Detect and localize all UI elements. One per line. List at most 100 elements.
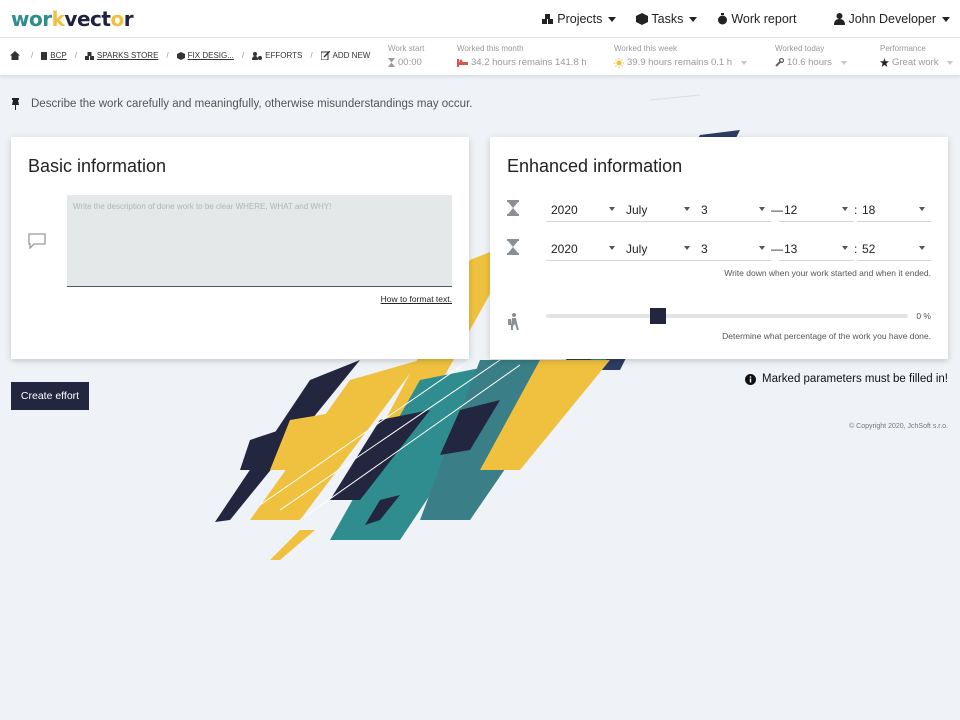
logo-text-4: o [110, 7, 124, 31]
breadcrumb-label: ADD NEW [332, 51, 371, 60]
stat-value: 10.6 hours [787, 57, 832, 68]
end-month-select[interactable]: July [621, 235, 696, 261]
stat-label: Worked today [775, 44, 825, 53]
end-day-select[interactable]: 3 [696, 235, 771, 261]
cubes-icon [542, 13, 554, 24]
home-icon [10, 51, 20, 60]
start-time-row: 2020 July 3 — 12 : 18 [507, 196, 931, 222]
dropdown-arrow-icon [684, 207, 690, 211]
cubes-icon [84, 51, 94, 60]
breadcrumb: / BCP / SPARKS STORE / FIX DESIG... / EF… [10, 51, 370, 60]
edit-icon [320, 51, 330, 60]
progress-slider-thumb[interactable] [650, 308, 667, 324]
start-hour-value: 12 [784, 203, 798, 217]
stat-work-start: Work start 00:00 [388, 44, 424, 68]
end-minute-value: 52 [862, 242, 876, 256]
pin-icon [12, 98, 19, 110]
sub-bar: / BCP / SPARKS STORE / FIX DESIG... / EF… [0, 38, 960, 76]
breadcrumb-sparks-store[interactable]: SPARKS STORE [84, 51, 159, 60]
breadcrumb-add-new[interactable]: ADD NEW [320, 51, 371, 60]
stat-performance[interactable]: Performance Great work [880, 44, 954, 68]
hiking-icon [508, 313, 519, 330]
stat-value: 39.9 hours remains 0.1 h [627, 57, 733, 68]
stat-worked-week[interactable]: Worked this week 39.9 hours remains 0.1 … [614, 44, 748, 68]
create-effort-button[interactable]: Create effort [11, 382, 89, 410]
breadcrumb-home[interactable] [10, 51, 23, 60]
file-icon [41, 51, 48, 60]
chevron-down-icon [689, 16, 698, 22]
chevron-down-icon [741, 60, 748, 65]
time-hint: Write down when your work started and wh… [724, 268, 931, 278]
stat-label: Performance [880, 44, 926, 53]
stat-label: Work start [388, 44, 425, 53]
stopwatch-icon [718, 13, 728, 25]
logo-text-5: r [123, 7, 134, 31]
progress-slider-track[interactable] [546, 314, 908, 318]
logo-text-1: wor [11, 7, 52, 31]
hourglass-start-icon [507, 200, 519, 216]
progress-value: 0 % [916, 311, 931, 321]
cube-icon [636, 13, 649, 25]
dropdown-arrow-icon [842, 207, 848, 211]
start-hour-select[interactable]: 12 [779, 196, 854, 222]
start-year-select[interactable]: 2020 [546, 196, 621, 222]
comment-icon [28, 233, 46, 249]
stat-worked-today[interactable]: Worked today 10.6 hours [775, 44, 847, 68]
wrench-icon [775, 58, 784, 67]
breadcrumb-separator: / [31, 51, 34, 60]
notice-text: Describe the work carefully and meaningf… [31, 98, 473, 110]
info-icon [745, 373, 756, 385]
dropdown-arrow-icon [919, 246, 925, 250]
end-day-value: 3 [701, 242, 708, 256]
sun-icon [614, 57, 624, 68]
user-icon [834, 13, 846, 25]
format-help-link[interactable]: How to format text. [381, 294, 452, 304]
breadcrumb-efforts[interactable]: EFFORTS [252, 51, 302, 60]
required-note: Marked parameters must be filled in! [745, 373, 948, 385]
breadcrumb-separator: / [310, 51, 313, 60]
dropdown-arrow-icon [609, 246, 615, 250]
nav-projects[interactable]: Projects [531, 0, 626, 38]
start-day-select[interactable]: 3 [696, 196, 771, 222]
stat-value: 34.2 hours remains 141.8 h [471, 57, 587, 68]
nav-tasks[interactable]: Tasks [626, 0, 707, 38]
user-clock-icon [252, 51, 263, 60]
start-minute-value: 18 [862, 203, 876, 217]
chevron-down-icon [947, 60, 954, 65]
nav-projects-label: Projects [557, 12, 603, 26]
breadcrumb-separator: / [166, 51, 169, 60]
chevron-down-icon [840, 60, 847, 65]
nav-work-report[interactable]: Work report [707, 0, 806, 38]
nav-user-menu[interactable]: John Developer [806, 0, 960, 38]
breadcrumb-fix-design[interactable]: FIX DESIG... [176, 51, 234, 60]
logo-text-3: vect [64, 7, 111, 31]
breadcrumb-separator: / [241, 51, 245, 60]
nav-tasks-label: Tasks [651, 12, 684, 26]
dropdown-arrow-icon [609, 207, 615, 211]
end-hour-select[interactable]: 13 [779, 235, 854, 261]
description-textarea[interactable] [67, 195, 452, 287]
start-month-select[interactable]: July [621, 196, 696, 222]
start-month-value: July [626, 203, 648, 217]
bed-icon [457, 58, 468, 67]
breadcrumb-label: BCP [50, 51, 67, 60]
basic-information-card: Basic information How to format text. [11, 137, 469, 359]
end-year-select[interactable]: 2020 [546, 235, 621, 261]
stat-label: Worked this month [457, 44, 524, 53]
breadcrumb-separator: / [74, 51, 77, 60]
end-time-row: 2020 July 3 — 13 : 52 [507, 235, 931, 261]
start-minute-select[interactable]: 18 [857, 196, 931, 222]
cube-icon [176, 51, 185, 60]
dropdown-arrow-icon [759, 207, 765, 211]
breadcrumb-label: FIX DESIG... [187, 51, 234, 60]
dropdown-arrow-icon [842, 246, 848, 250]
notice-banner: Describe the work carefully and meaningf… [11, 98, 472, 110]
breadcrumb-label: SPARKS STORE [96, 51, 159, 60]
end-month-value: July [626, 242, 648, 256]
card-title: Enhanced information [507, 156, 683, 176]
breadcrumb-bcp[interactable]: BCP [41, 51, 67, 60]
app-logo[interactable]: workvector [11, 7, 134, 31]
stat-value: 00:00 [398, 57, 422, 68]
end-minute-select[interactable]: 52 [857, 235, 931, 261]
dropdown-arrow-icon [759, 246, 765, 250]
